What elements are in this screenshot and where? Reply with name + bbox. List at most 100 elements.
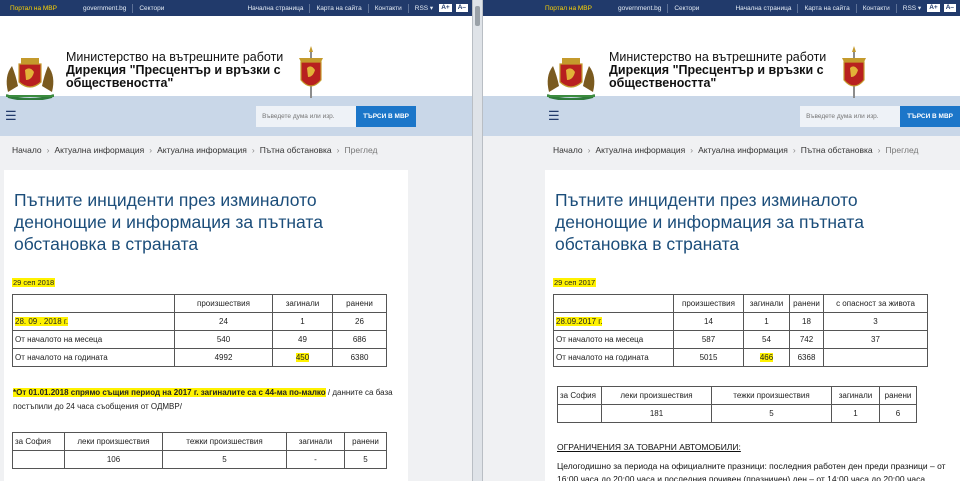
- font-decrease-button[interactable]: A–: [943, 4, 956, 12]
- table-cell: 3: [823, 312, 928, 331]
- breadcrumb-current-info[interactable]: Актуална информация: [54, 145, 144, 155]
- search-button[interactable]: ТЪРСИ В МВР: [900, 105, 960, 127]
- window-splitter[interactable]: [472, 0, 483, 481]
- sectors-link[interactable]: Сектори: [674, 5, 699, 12]
- breadcrumb: Начало › Актуална информация › Актуална ин…: [483, 136, 960, 163]
- sitemap-link[interactable]: Карта на сайта: [804, 5, 849, 12]
- ministry-title[interactable]: Министерство на вътрешните работи Дирекц…: [609, 51, 826, 90]
- table-cell: 6380: [332, 348, 387, 367]
- stats-table: произшествия загинали ранени 28. 09 . 20…: [12, 294, 387, 367]
- sitemap-link[interactable]: Карта на сайта: [316, 5, 361, 12]
- government-link[interactable]: government.bg: [618, 5, 661, 12]
- chevron-right-icon: ›: [587, 144, 591, 155]
- search-input[interactable]: [256, 105, 357, 127]
- separator: [855, 3, 857, 13]
- table-header-cell: ранени: [344, 432, 387, 451]
- table-cell: 686: [332, 330, 387, 349]
- table-header-cell: загинали: [831, 386, 880, 405]
- table-header-cell: загинали: [286, 432, 345, 451]
- table-cell: 28.09.2017 г.: [553, 312, 674, 331]
- table-row: От началото на годината 4992 450 6380: [12, 348, 387, 367]
- table-cell: 450: [272, 348, 333, 367]
- separator: [797, 3, 799, 13]
- chevron-right-icon: ›: [149, 144, 153, 155]
- chevron-right-icon: ›: [792, 144, 796, 155]
- font-increase-button[interactable]: A+: [439, 4, 452, 12]
- table-header-cell: тежки произшествия: [711, 386, 832, 405]
- main-navbar: ☰ ТЪРСИ В МВР: [0, 96, 472, 136]
- rss-dropdown[interactable]: RSS ▾: [903, 4, 921, 12]
- table-header-cell: за София: [557, 386, 602, 405]
- table-row: 181 5 1 6: [557, 404, 917, 423]
- contacts-link[interactable]: Контакти: [375, 5, 402, 12]
- breadcrumb-current-info[interactable]: Актуална информация: [595, 145, 685, 155]
- table-header-cell: ранени: [789, 294, 824, 313]
- table-row: 28. 09 . 2018 г. 24 1 26: [12, 312, 387, 331]
- highlighted-date: 28.09.2017 г.: [556, 317, 603, 326]
- table-cell: От началото на месеца: [12, 330, 175, 349]
- breadcrumb-traffic[interactable]: Пътна обстановка: [801, 145, 873, 155]
- table-cell: 181: [601, 404, 712, 423]
- table-cell: 49: [272, 330, 333, 349]
- scrollbar-thumb[interactable]: [475, 6, 480, 26]
- chevron-right-icon: ›: [690, 144, 694, 155]
- search-button[interactable]: ТЪРСИ В МВР: [356, 105, 416, 127]
- home-link[interactable]: Начална страница: [247, 5, 303, 12]
- breadcrumb-traffic[interactable]: Пътна обстановка: [260, 145, 332, 155]
- table-cell: 5: [162, 450, 287, 469]
- table-header-row: произшествия загинали ранени с опасност …: [553, 294, 928, 313]
- menu-hamburger-icon[interactable]: ☰: [548, 108, 560, 124]
- table-cell: 14: [673, 312, 744, 331]
- table-cell: 4992: [174, 348, 273, 367]
- portal-link[interactable]: Портал на МВР: [10, 5, 57, 12]
- contacts-link[interactable]: Контакти: [863, 5, 890, 12]
- right-browser-pane: Портал на МВР government.bg Сектори Нача…: [483, 0, 960, 481]
- breadcrumb-current-info-2[interactable]: Актуална информация: [157, 145, 247, 155]
- article-headline: Пътните инциденти през изминалото деноно…: [14, 190, 323, 254]
- table-header-cell: за София: [12, 432, 65, 451]
- breadcrumb-current-info-2[interactable]: Актуална информация: [698, 145, 788, 155]
- chevron-right-icon: ›: [251, 144, 255, 155]
- table-header-cell: [12, 294, 175, 313]
- table-cell: 1: [743, 312, 790, 331]
- ministry-title[interactable]: Министерство на вътрешните работи Дирекц…: [66, 51, 283, 90]
- stats-table: произшествия загинали ранени с опасност …: [553, 294, 928, 367]
- font-increase-button[interactable]: A+: [927, 4, 940, 12]
- font-decrease-button[interactable]: A–: [455, 4, 468, 12]
- table-row: От началото на месеца 587 54 742 37: [553, 330, 928, 349]
- note-highlight: *От 01.01.2018 спрямо същия период на 20…: [13, 388, 326, 397]
- rss-dropdown[interactable]: RSS ▾: [415, 4, 433, 12]
- menu-hamburger-icon[interactable]: ☰: [5, 108, 17, 124]
- article-date: 29 сеп 2018: [12, 278, 56, 287]
- sectors-link[interactable]: Сектори: [139, 5, 164, 12]
- table-cell: 28. 09 . 2018 г.: [12, 312, 175, 331]
- government-link[interactable]: government.bg: [83, 5, 126, 12]
- table-header-cell: ранени: [332, 294, 387, 313]
- home-link[interactable]: Начална страница: [735, 5, 791, 12]
- portal-link[interactable]: Портал на МВР: [545, 5, 592, 12]
- table-header-cell: ранени: [879, 386, 917, 405]
- table-cell: 587: [673, 330, 744, 349]
- left-browser-pane: Портал на МВР government.bg Сектори Нача…: [0, 0, 472, 481]
- table-header-cell: произшествия: [174, 294, 273, 313]
- table-cell: 5015: [673, 348, 744, 367]
- table-cell: 6368: [789, 348, 824, 367]
- breadcrumb-home[interactable]: Начало: [12, 145, 42, 155]
- table-cell: 540: [174, 330, 273, 349]
- table-cell: 24: [174, 312, 273, 331]
- search-input[interactable]: [800, 105, 901, 127]
- table-cell: От началото на месеца: [553, 330, 674, 349]
- table-cell: 5: [711, 404, 832, 423]
- separator: [895, 3, 897, 13]
- chevron-right-icon: ›: [877, 144, 881, 155]
- table-cell: [557, 404, 602, 423]
- table-header-cell: загинали: [272, 294, 333, 313]
- table-cell: От началото на годината: [553, 348, 674, 367]
- site-header: Министерство на вътрешните работи Дирекц…: [0, 16, 472, 100]
- top-bar: Портал на МВР government.bg Сектори Нача…: [483, 0, 960, 16]
- breadcrumb-home[interactable]: Начало: [553, 145, 583, 155]
- article-date: 29 сеп 2017: [553, 278, 597, 287]
- article-card: Пътните инциденти през изминалото деноно…: [545, 170, 960, 481]
- table-header-cell: леки произшествия: [64, 432, 163, 451]
- table-cell: [823, 348, 928, 367]
